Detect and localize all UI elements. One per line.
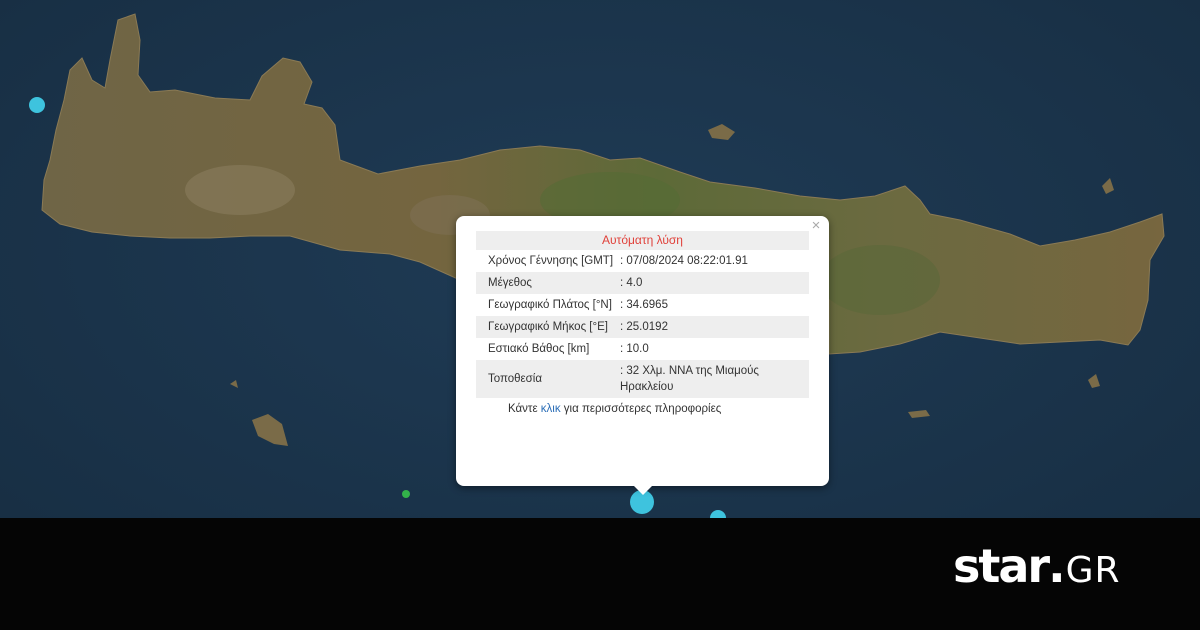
logo-main-text: star [953,539,1050,593]
table-row: Μέγεθος : 4.0 [476,272,809,294]
depth-value: : 10.0 [620,343,649,355]
table-row: Χρόνος Γέννησης [GMT] : 07/08/2024 08:22… [476,250,809,272]
latitude-value: : 34.6965 [620,299,668,311]
location-label: Τοποθεσία [476,360,620,398]
table-row: Γεωγραφικό Πλάτος [°N] : 34.6965 [476,294,809,316]
eastern-hills [820,245,940,315]
more-info-suffix: για περισσότερες πληροφορίες [560,403,722,415]
origin-time-label: Χρόνος Γέννησης [GMT] [488,255,614,267]
table-row: Γεωγραφικό Μήκος [°E] : 25.0192 [476,316,809,338]
longitude-label: Γεωγραφικό Μήκος [°E] [476,316,620,338]
magnitude-value: : 4.0 [620,272,809,294]
location-value: : 32 Χλμ. ΝΝΑ της Μιαμούς Ηρακλείου [620,360,809,398]
lefka-ori-mountains [185,165,295,215]
more-info-prefix: Κάντε [508,403,541,415]
more-info-text: Κάντε κλικ για περισσότερες πληροφορίες [476,398,809,415]
latitude-label: Γεωγραφικό Πλάτος [°N] [488,299,612,311]
earthquake-info-table: Χρόνος Γέννησης [GMT] : 07/08/2024 08:22… [476,250,809,398]
logo-tld-text: GR [1065,550,1121,591]
magnitude-label: Μέγεθος [476,272,620,294]
star-gr-logo: star.GR [953,540,1121,592]
table-row: Εστιακό Βάθος [km] : 10.0 [476,338,809,360]
quake-marker-small[interactable] [402,490,410,498]
logo-dot: . [1048,539,1066,593]
depth-label: Εστιακό Βάθος [km] [488,343,590,355]
longitude-value: : 25.0192 [620,316,809,338]
more-info-link[interactable]: κλικ [541,403,561,415]
popup-title: Αυτόματη λύση [476,231,809,250]
earthquake-info-popup: × Αυτόματη λύση Χρόνος Γέννησης [GMT] : … [456,216,829,495]
quake-marker-west[interactable] [29,97,45,113]
close-icon[interactable]: × [809,218,823,233]
table-row: Τοποθεσία : 32 Χλμ. ΝΝΑ της Μιαμούς Ηρακ… [476,360,809,398]
origin-time-value: : 07/08/2024 08:22:01.91 [620,255,748,267]
